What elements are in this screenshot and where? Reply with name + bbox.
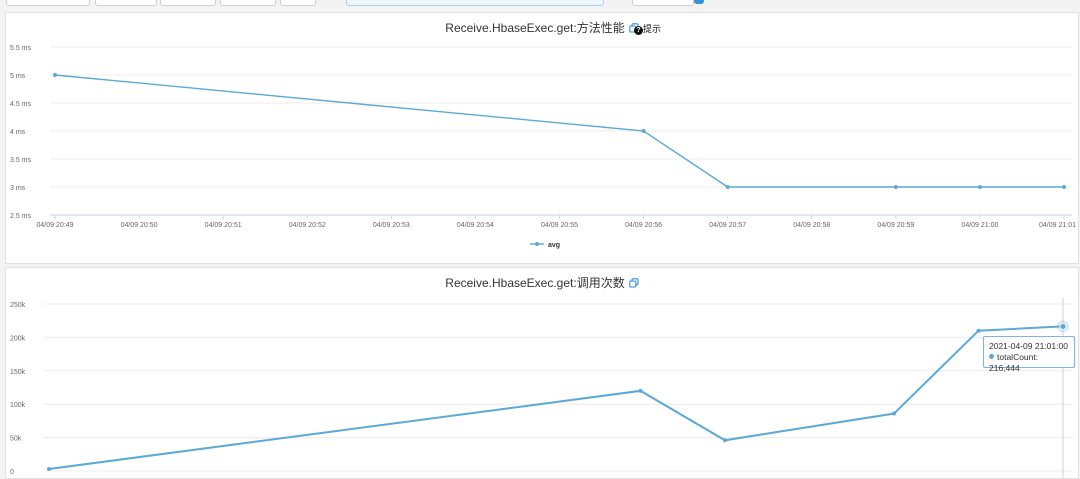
y-tick-label: 3 ms [10,185,26,192]
data-point [53,73,57,77]
data-point [47,466,51,471]
chart-tooltip: 2021-04-09 21:01:00 totalCount: 216,444 [983,336,1075,373]
toolbar-button[interactable] [220,0,276,6]
data-point [1062,185,1066,189]
data-point-active [1059,323,1067,330]
x-tick-label: 04/09 20:56 [625,222,662,229]
x-tick-label: 04/09 20:52 [289,222,326,229]
y-tick-label: 250k [10,302,26,309]
toolbar-button[interactable] [632,0,694,6]
x-tick-label: 04/09 20:58 [793,222,830,229]
legend-label-avg: avg [548,242,560,249]
toolbar-primary-button[interactable] [694,0,704,4]
x-tick-label: 04/09 20:54 [457,222,494,229]
y-tick-label: 4 ms [10,129,26,136]
legend-marker [535,242,539,246]
tooltip-date: 2021-04-09 21:01:00 [989,341,1068,351]
data-point [723,438,727,443]
y-tick-label: 100k [10,402,26,409]
top-toolbar [0,0,1080,8]
x-tick-label: 04/09 20:49 [37,222,74,229]
total-count-line-chart: 0 50k 100k 150k 200k 250k [10,298,1073,478]
performance-chart-panel: Receive.HbaseExec.get:方法性能 ? 提示 2.5 ms 3 m… [5,12,1079,264]
toolbar-button[interactable] [6,0,90,6]
series-dot-icon [989,354,994,359]
y-tick-label: 200k [10,335,26,342]
x-tick-label: 04/09 20:57 [709,222,746,229]
toolbar-button[interactable] [95,0,157,6]
y-tick-label: 5.5 ms [10,45,32,52]
toolbar-button[interactable] [160,0,216,6]
y-tick-label: 2.5 ms [10,213,32,220]
toolbar-input[interactable] [346,0,604,6]
x-tick-label: 04/09 20:59 [877,222,914,229]
y-tick-label: 150k [10,369,26,376]
toolbar-button[interactable] [280,0,316,6]
x-tick-label: 04/09 20:55 [541,222,578,229]
y-tick-label: 0 [10,469,14,476]
data-point [638,388,643,393]
y-tick-label: 4.5 ms [10,101,32,108]
tooltip-label: totalCount: [997,352,1039,362]
y-tick-label: 5 ms [10,73,26,80]
data-point [892,411,896,416]
y-tick-label: 3.5 ms [10,157,32,164]
x-tick-label: 04/09 20:51 [205,222,242,229]
y-tick-label: 50k [10,436,22,443]
data-point [725,185,730,189]
x-tick-label: 04/09 21:00 [961,222,998,229]
data-point [641,129,646,133]
count-chart-panel: Receive.HbaseExec.get:调用次数 0 50k 100k 150k 2… [5,267,1079,479]
data-point [977,185,982,189]
x-tick-label: 04/09 21:01 [1039,222,1076,229]
x-tick-label: 04/09 20:50 [121,222,158,229]
tooltip-value: 216,444 [989,363,1020,373]
data-point [893,185,898,189]
series-line-totalcount [48,325,1064,470]
avg-line-chart: 2.5 ms 3 ms 3.5 ms 4 ms 4.5 ms 5 ms 5.5 ms 04/0… [10,45,1076,249]
tooltip-row: totalCount: 216,444 [989,352,1069,374]
x-tick-label: 04/09 20:53 [373,222,410,229]
data-point [976,328,981,333]
